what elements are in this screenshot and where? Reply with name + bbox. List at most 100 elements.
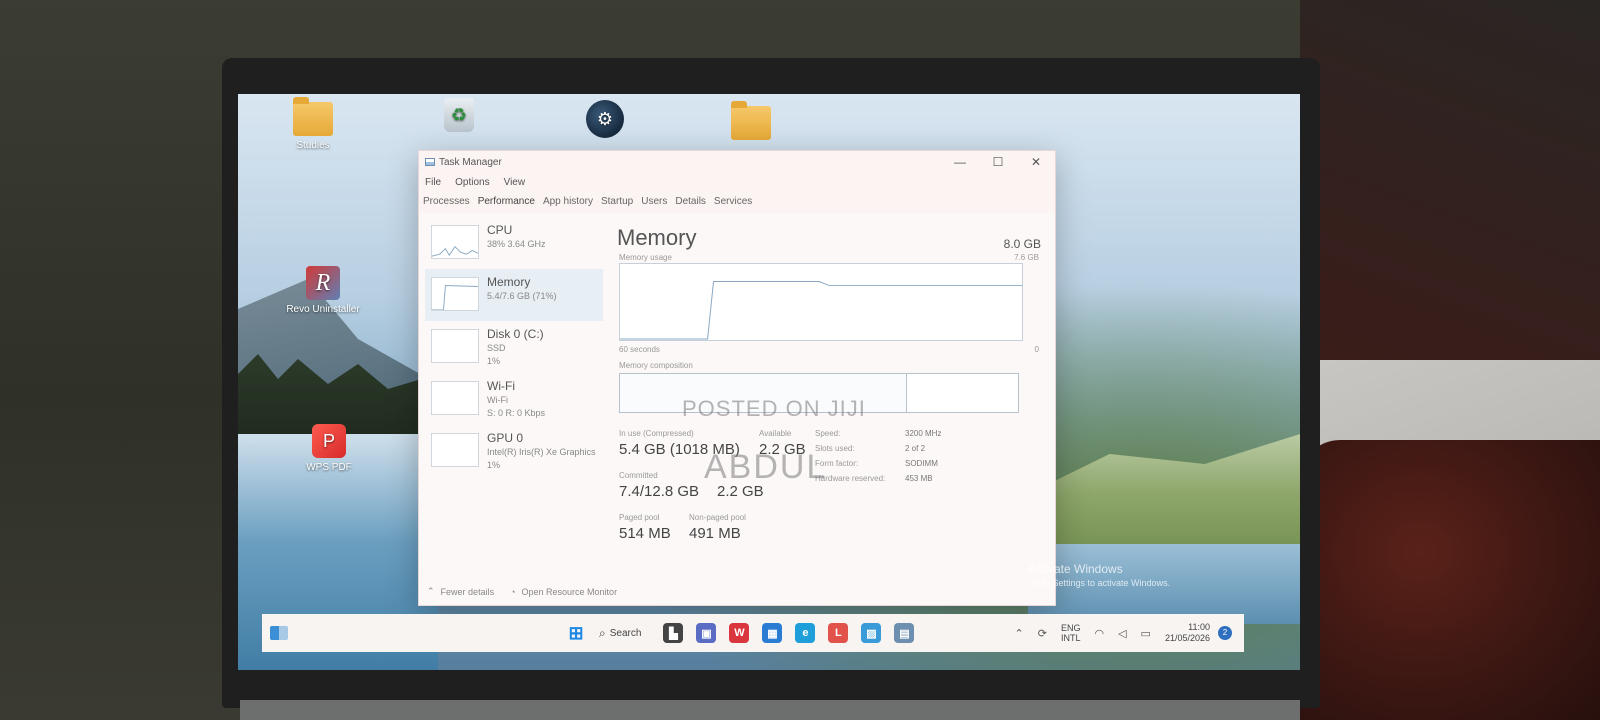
chevron-up-icon[interactable]: ⌃: [1015, 627, 1024, 640]
store-icon[interactable]: ▦: [762, 623, 783, 643]
tab-performance[interactable]: Performance: [478, 196, 535, 207]
task-manager-window: Task Manager — ☐ ✕ File Options View Pro…: [418, 150, 1056, 606]
search-button[interactable]: ⌕ Search: [599, 626, 641, 641]
tab-services[interactable]: Services: [714, 196, 752, 207]
keyboard-layout: INTL: [1060, 633, 1081, 643]
sidebar-item-disk[interactable]: Disk 0 (C:) SSD 1%: [425, 321, 603, 373]
language-code: ENG: [1060, 623, 1081, 633]
taskbar-center: ⊞ ⌕ Search ▙ ▣ W ▦ e L ▨ ▤: [566, 614, 927, 652]
tab-details[interactable]: Details: [675, 196, 706, 207]
tab-users[interactable]: Users: [641, 196, 667, 207]
sidebar-item-name: GPU 0: [487, 431, 524, 445]
sidebar-item-detail: 1%: [487, 356, 501, 366]
sidebar-item-detail: Wi-Fi: [487, 395, 508, 405]
desktop-icon-steam[interactable]: ⚙: [560, 100, 650, 142]
window-title: Task Manager: [439, 156, 502, 168]
speed-value: 3200 MHz: [905, 429, 942, 438]
usage-graph-label: Memory usage: [619, 253, 672, 262]
recycle-bin-icon: ♻: [444, 98, 474, 132]
edge-icon[interactable]: e: [795, 623, 816, 643]
tab-startup[interactable]: Startup: [601, 196, 633, 207]
committed-value: 7.4/12.8 GB: [619, 483, 700, 500]
sync-icon[interactable]: ⟳: [1038, 627, 1047, 640]
menu-options[interactable]: Options: [455, 177, 489, 188]
start-icon[interactable]: ⊞: [566, 623, 586, 643]
laptop-base: [240, 700, 1300, 720]
available-label: Available: [759, 429, 792, 438]
activation-title: Activate Windows: [1028, 562, 1123, 576]
committed-label: Committed: [619, 471, 658, 480]
libreoffice-icon[interactable]: L: [828, 623, 849, 643]
speed-label: Speed:: [815, 429, 841, 438]
teams-icon[interactable]: ▣: [696, 623, 717, 643]
desktop-icon-folder[interactable]: [706, 101, 796, 144]
sidebar-item-detail: 1%: [487, 460, 501, 470]
clock-time: 11:00: [1188, 622, 1210, 632]
sidebar-item-detail: Intel(R) Iris(R) Xe Graphics: [487, 447, 596, 457]
in-use-label: In use (Compressed): [619, 429, 694, 438]
background-cloth: [1300, 440, 1600, 720]
fewer-details-link[interactable]: Fewer details: [441, 587, 495, 597]
slots-value: 2 of 2: [905, 444, 926, 453]
sidebar-item-wifi[interactable]: Wi-Fi Wi-Fi S: 0 R: 0 Kbps: [425, 373, 603, 425]
activation-watermark: Activate Windows Go to Settings to activ…: [1028, 562, 1170, 588]
file-explorer-icon[interactable]: ▙: [663, 623, 684, 643]
sidebar-item-detail: 5.4/7.6 GB (71%): [487, 291, 557, 301]
sidebar-item-cpu[interactable]: CPU 38% 3.64 GHz: [425, 217, 603, 269]
menu-view[interactable]: View: [504, 177, 526, 188]
language-indicator[interactable]: ENG INTL: [1061, 623, 1081, 643]
sidebar-item-detail: 38% 3.64 GHz: [487, 239, 546, 249]
sidebar-item-name: Disk 0 (C:): [487, 327, 544, 341]
usage-graph-max: 7.6 GB: [1014, 253, 1039, 262]
open-resource-monitor-link[interactable]: Open Resource Monitor: [522, 587, 618, 597]
sidebar-item-detail: S: 0 R: 0 Kbps: [487, 408, 546, 418]
volume-icon[interactable]: ◁: [1118, 627, 1126, 640]
watermark-line2: ABDUL: [704, 448, 828, 486]
resource-sidebar: CPU 38% 3.64 GHz Memory 5.4/7.6 GB (71%)…: [425, 217, 603, 477]
window-footer: ⌃ Fewer details ◔ Open Resource Monitor: [427, 586, 617, 597]
folder-icon: [731, 101, 771, 140]
taskbar: ⊞ ⌕ Search ▙ ▣ W ▦ e L ▨ ▤ ⌃ ⟳ ENG INTL ◠ ◁ ▭ 1…: [262, 614, 1244, 652]
composition-label: Memory composition: [619, 361, 693, 370]
tab-app-history[interactable]: App history: [543, 196, 593, 207]
desktop-icon-revo-uninstaller[interactable]: R Revo Uninstaller: [278, 266, 368, 315]
sidebar-item-name: Wi-Fi: [487, 379, 515, 393]
desktop-icon-studies[interactable]: Studies: [268, 97, 358, 151]
sidebar-item-gpu[interactable]: GPU 0 Intel(R) Iris(R) Xe Graphics 1%: [425, 425, 603, 477]
cpu-sparkline: [431, 225, 479, 259]
battery-icon[interactable]: ▭: [1141, 627, 1151, 640]
sidebar-item-name: CPU: [487, 223, 513, 237]
menu-file[interactable]: File: [425, 177, 441, 188]
revo-uninstaller-icon: R: [306, 266, 340, 300]
close-icon[interactable]: ✕: [1017, 151, 1055, 173]
tab-processes[interactable]: Processes: [423, 196, 470, 207]
memory-usage-graph: [619, 263, 1023, 341]
photos-icon[interactable]: ▨: [861, 623, 882, 643]
sidebar-item-memory[interactable]: Memory 5.4/7.6 GB (71%): [425, 269, 603, 321]
wps-office-icon[interactable]: W: [729, 623, 750, 643]
hardware-reserved-value: 453 MB: [905, 474, 933, 483]
notification-badge[interactable]: 2: [1218, 626, 1232, 640]
widgets-icon[interactable]: [270, 626, 288, 640]
desktop-icon-recycle-bin[interactable]: ♻: [414, 98, 504, 136]
window-controls: — ☐ ✕: [941, 151, 1055, 173]
activation-subtitle: Go to Settings to activate Windows.: [1028, 578, 1171, 588]
graph-time-left: 60 seconds: [619, 345, 660, 354]
paged-pool-value: 514 MB: [619, 525, 671, 542]
paged-pool-label: Paged pool: [619, 513, 660, 522]
title-bar[interactable]: Task Manager — ☐ ✕: [419, 151, 1055, 173]
clock-date: 21/05/2026: [1164, 633, 1210, 643]
minimize-icon[interactable]: —: [941, 151, 979, 173]
task-manager-icon: [425, 158, 435, 166]
folder-icon: [293, 97, 333, 136]
task-manager-icon[interactable]: ▤: [894, 623, 915, 643]
resource-monitor-icon: ◔: [510, 586, 516, 597]
maximize-icon[interactable]: ☐: [979, 151, 1017, 173]
desktop-icon-wps-pdf[interactable]: P WPS PDF: [284, 424, 374, 473]
clock[interactable]: 11:00 21/05/2026: [1165, 622, 1210, 644]
wps-pdf-icon: P: [312, 424, 346, 458]
wifi-icon[interactable]: ◠: [1094, 627, 1104, 640]
watermark-line1: POSTED ON JIJI: [682, 396, 866, 421]
pinned-apps: ▙ ▣ W ▦ e L ▨ ▤: [663, 623, 927, 643]
sidebar-item-name: Memory: [487, 275, 531, 289]
